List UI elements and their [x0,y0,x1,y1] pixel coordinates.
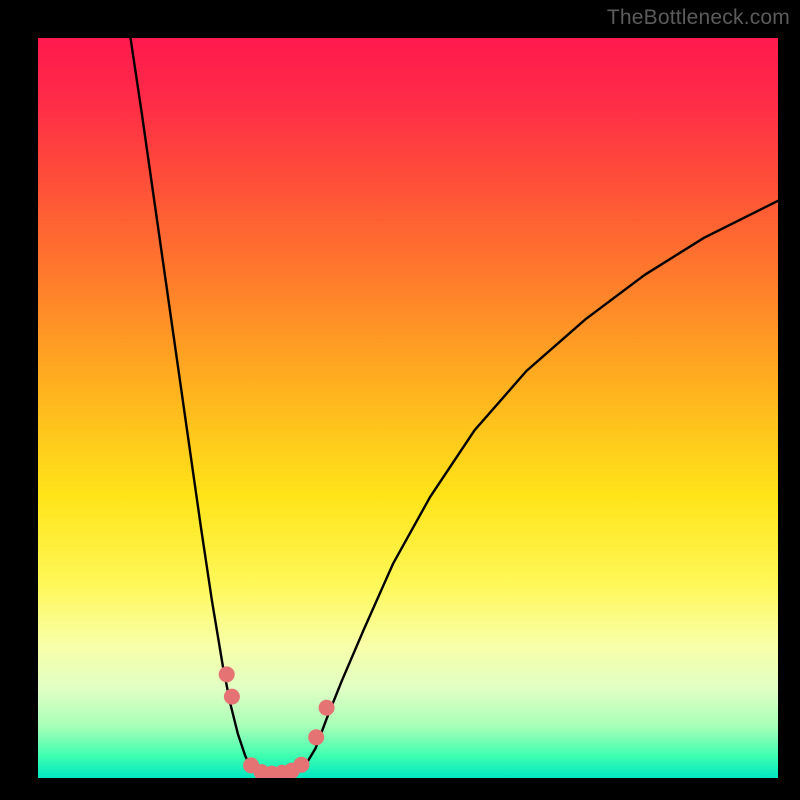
marker-point [293,757,309,773]
series-curve-right [304,201,778,767]
watermark-label: TheBottleneck.com [607,6,790,30]
marker-point [319,700,335,716]
plot-area [38,38,778,778]
marker-point [224,689,240,705]
marker-point [219,666,235,682]
chart-svg [38,38,778,778]
series-curve-left [131,38,251,767]
chart-frame: TheBottleneck.com [0,0,800,800]
marker-point [308,729,324,745]
